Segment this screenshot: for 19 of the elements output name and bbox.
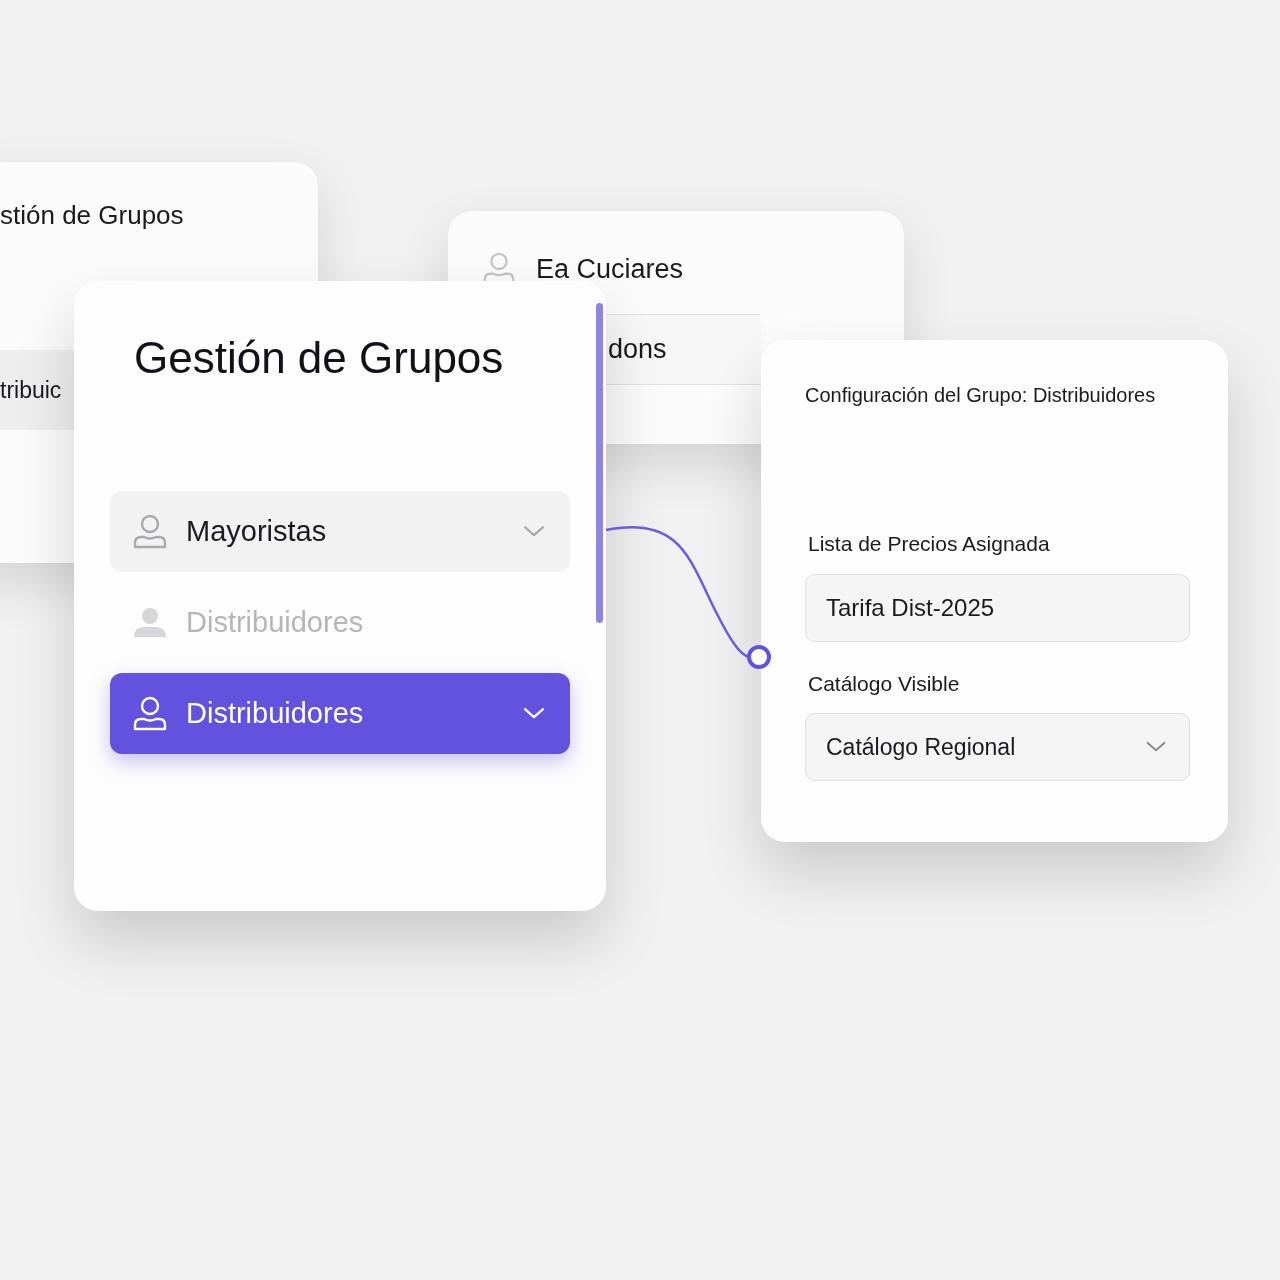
chevron-down-icon <box>522 524 546 539</box>
group-label: Ea Cuciares <box>536 253 684 286</box>
group-label: Mayoristas <box>186 513 328 549</box>
field-label: Lista de Precios Asignada <box>807 531 1051 557</box>
group-label: Distribuidores <box>186 695 365 731</box>
panel-title: Gestión de Grupos <box>133 332 505 384</box>
text-field[interactable]: Tarifa Dist-2025 <box>805 573 1190 642</box>
chevron-down-icon <box>522 706 546 721</box>
field-label: Catálogo Visible <box>807 670 961 697</box>
chevron-down-icon <box>1145 740 1167 754</box>
group-label: Distribuidores <box>186 604 365 640</box>
list-row[interactable]: tribuic <box>0 350 74 430</box>
group-item[interactable]: Distribuidores <box>110 673 570 754</box>
panel-title: stión de Grupos <box>0 199 185 232</box>
panel-title: Configuración del Grupo: Distribuidores <box>805 383 1157 408</box>
group-item[interactable]: Mayoristas <box>110 491 570 572</box>
scrollbar[interactable] <box>596 303 603 623</box>
text-field[interactable]: dons <box>606 313 761 385</box>
select-field[interactable]: Catálogo Regional <box>805 713 1190 781</box>
